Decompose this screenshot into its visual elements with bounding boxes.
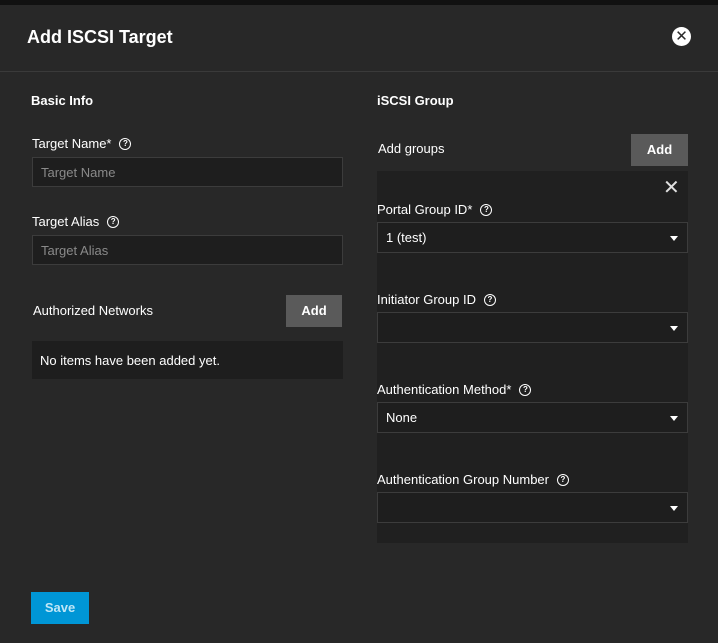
required-marker: *: [506, 382, 512, 397]
chevron-down-icon: [670, 415, 678, 421]
initiator-group-id-select[interactable]: [377, 312, 688, 343]
iscsi-group-card: ✕ Portal Group ID * ? 1 (test) Initiator …: [377, 171, 688, 543]
required-marker: *: [106, 136, 112, 151]
required-marker: *: [467, 202, 473, 217]
authorized-networks-empty-state: No items have been added yet.: [32, 341, 343, 379]
target-name-input[interactable]: [41, 164, 342, 180]
dialog-header: Add ISCSI Target ✕: [0, 5, 718, 72]
help-icon[interactable]: ?: [480, 203, 493, 216]
help-icon[interactable]: ?: [107, 215, 120, 228]
authorized-networks-label: Authorized Networks: [33, 303, 153, 318]
add-group-button[interactable]: Add: [631, 134, 688, 166]
save-button[interactable]: Save: [31, 592, 89, 624]
target-alias-field[interactable]: [32, 235, 343, 265]
chevron-down-icon: [670, 505, 678, 511]
target-alias-label-text: Target Alias: [32, 214, 100, 229]
basic-info-title: Basic Info: [31, 93, 94, 108]
add-authorized-network-button[interactable]: Add: [286, 295, 342, 327]
target-alias-input[interactable]: [41, 242, 342, 258]
help-icon[interactable]: ?: [119, 137, 132, 150]
authentication-method-value: None: [386, 410, 418, 425]
dialog-title: Add ISCSI Target: [27, 27, 173, 47]
remove-group-icon[interactable]: ✕: [663, 178, 680, 198]
close-icon[interactable]: ✕: [672, 27, 691, 46]
target-alias-label: Target Alias ?: [32, 214, 120, 229]
authentication-group-number-label-text: Authentication Group Number: [377, 472, 549, 487]
target-name-label-text: Target Name: [32, 136, 107, 151]
authentication-group-number-label: Authentication Group Number ?: [377, 472, 569, 487]
add-iscsi-target-dialog: Add ISCSI Target ✕ Basic Info Target Nam…: [0, 5, 718, 643]
add-groups-label: Add groups: [378, 141, 445, 156]
chevron-down-icon: [670, 325, 678, 331]
initiator-group-id-label: Initiator Group ID ?: [377, 292, 496, 307]
help-icon[interactable]: ?: [519, 383, 532, 396]
target-name-label: Target Name * ?: [32, 136, 132, 151]
iscsi-group-title: iSCSI Group: [377, 93, 454, 108]
portal-group-id-label: Portal Group ID * ?: [377, 202, 493, 217]
authentication-method-label: Authentication Method * ?: [377, 382, 532, 397]
chevron-down-icon: [670, 235, 678, 241]
portal-group-id-label-text: Portal Group ID: [377, 202, 468, 217]
authentication-group-number-select[interactable]: [377, 492, 688, 523]
help-icon[interactable]: ?: [556, 473, 569, 486]
authentication-method-select[interactable]: None: [377, 402, 688, 433]
authentication-method-label-text: Authentication Method: [377, 382, 507, 397]
help-icon[interactable]: ?: [484, 293, 496, 306]
portal-group-id-select[interactable]: 1 (test): [377, 222, 688, 253]
portal-group-id-value: 1 (test): [386, 230, 427, 245]
initiator-group-id-label-text: Initiator Group ID: [377, 292, 476, 307]
target-name-field[interactable]: [32, 157, 343, 187]
